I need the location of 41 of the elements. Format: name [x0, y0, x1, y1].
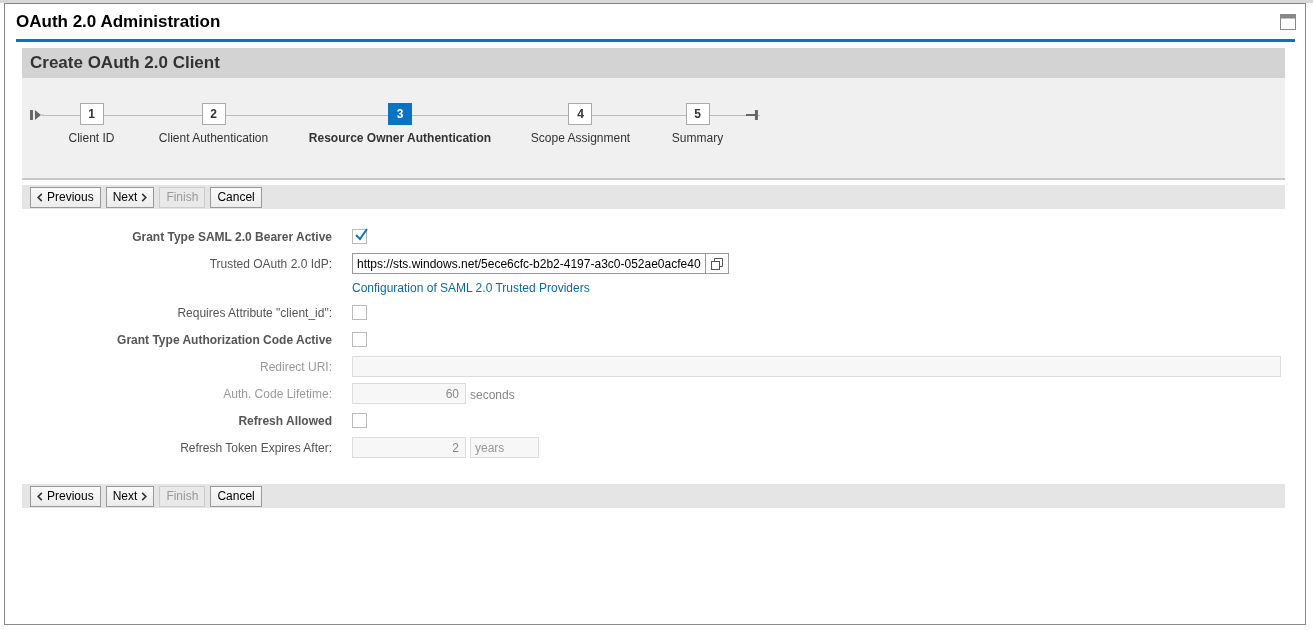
field-label: Refresh Allowed	[237, 413, 332, 428]
step-number[interactable]: 4	[568, 103, 593, 125]
previous-button[interactable]: Previous	[30, 186, 101, 208]
panel-title: Create OAuth 2.0 Client	[30, 53, 220, 73]
step-label[interactable]: Client Authentication	[158, 131, 269, 145]
unit-field: years	[470, 437, 539, 458]
checkbox[interactable]	[352, 305, 367, 320]
toolbar-button[interactable]: Cancel	[210, 485, 262, 507]
field-label: Grant Type SAML 2.0 Bearer Active	[131, 229, 332, 244]
roadmap-start-icon	[30, 109, 44, 121]
step-label[interactable]: Scope Assignment	[530, 131, 631, 145]
field-label: Trusted OAuth 2.0 IdP:	[208, 256, 332, 271]
chevron-left-icon	[37, 192, 43, 202]
step-number[interactable]: 2	[201, 103, 226, 125]
field-label: Redirect URI:	[258, 359, 332, 374]
roadmap-end-icon	[746, 109, 760, 121]
unit-label: seconds	[470, 387, 515, 402]
input-field[interactable]: https://sts.windows.net/5ece6cfc-b2b2-4197-a3c0-052ae0acfe40	[352, 253, 729, 274]
step-number[interactable]: 1	[79, 103, 104, 125]
step-label[interactable]: Client ID	[68, 131, 115, 145]
next-button[interactable]: Next	[105, 186, 155, 208]
step-label[interactable]: Resource Owner Authentication	[308, 131, 492, 145]
next-button[interactable]: Next	[105, 485, 155, 507]
field-label: Auth. Code Lifetime:	[222, 386, 332, 401]
field-label: Requires Attribute "client_id":	[176, 305, 332, 320]
previous-button[interactable]: Previous	[30, 485, 101, 507]
checkbox[interactable]	[352, 413, 367, 428]
checkbox[interactable]	[352, 229, 367, 244]
checkbox[interactable]	[352, 332, 367, 347]
maximize-icon[interactable]	[1280, 13, 1296, 30]
step-number[interactable]: 5	[685, 103, 710, 125]
field-label: Refresh Token Expires After:	[179, 440, 332, 455]
chevron-right-icon	[141, 491, 148, 501]
trusted-providers-link[interactable]: Configuration of SAML 2.0 Trusted Providers	[352, 281, 590, 295]
step-label[interactable]: Summary	[671, 131, 724, 145]
field-label: Grant Type Authorization Code Active	[116, 332, 332, 347]
chevron-left-icon	[37, 491, 43, 501]
chevron-right-icon	[141, 192, 148, 202]
toolbar-button[interactable]: Cancel	[210, 186, 262, 208]
step-number[interactable]: 3	[387, 103, 412, 125]
window-title: OAuth 2.0 Administration	[16, 11, 221, 32]
